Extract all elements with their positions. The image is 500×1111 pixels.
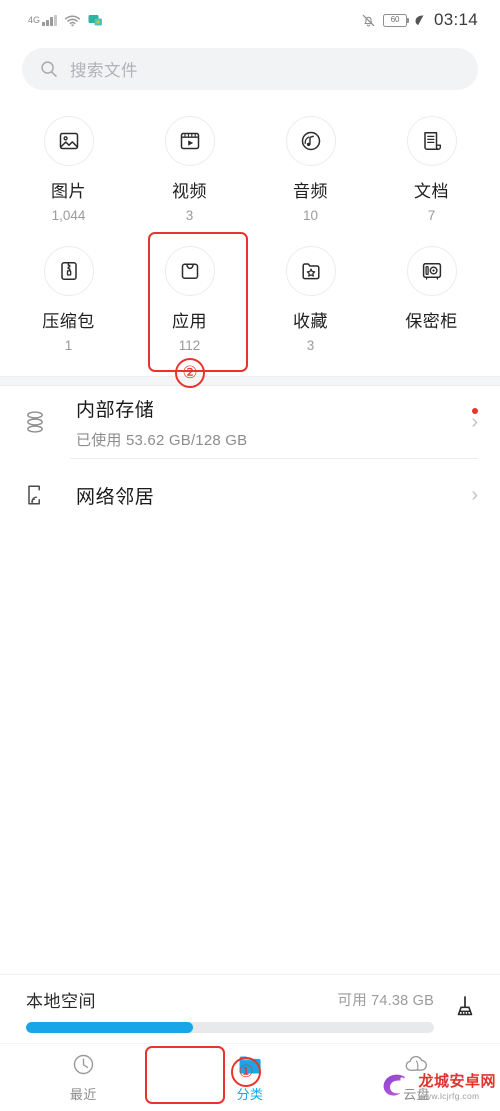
cellular-signal-icon: 4G	[28, 14, 57, 26]
category-count: 10	[302, 208, 319, 223]
category-label: 视频	[172, 182, 207, 201]
leaf-icon	[415, 14, 424, 25]
clock-icon	[73, 1054, 94, 1075]
category-label: 图片	[51, 182, 86, 201]
audio-icon	[301, 131, 320, 151]
storage-row-network[interactable]: 网络邻居 ›	[0, 459, 500, 531]
category-item-favorites[interactable]: 收藏 3	[250, 238, 371, 360]
network-type-label: 4G	[28, 15, 41, 25]
section-divider	[0, 376, 500, 386]
safe-box-icon-circle	[406, 246, 457, 296]
local-space-row: 本地空间 可用 74.38 GB	[26, 987, 480, 1033]
storage-row-text: 内部存储 已使用 53.62 GB/128 GB	[64, 395, 471, 450]
archive-icon	[60, 262, 77, 280]
notification-app-icon	[88, 15, 102, 26]
search-section: 搜索文件	[0, 40, 500, 104]
category-label: 应用	[172, 312, 207, 331]
nav-item-recent[interactable]: 最近	[0, 1044, 167, 1111]
video-icon-circle	[164, 116, 215, 166]
chevron-right-icon: ›	[471, 484, 478, 506]
broom-icon[interactable]	[450, 994, 480, 1026]
category-grid: 图片 1,044 视频 3 音频 10 文档 7 压缩包 1 应用 112 收藏…	[0, 104, 500, 376]
image-icon-circle	[43, 116, 94, 166]
storage-row-title: 网络邻居	[76, 486, 155, 508]
search-input[interactable]: 搜索文件	[22, 48, 478, 90]
category-count: 112	[178, 338, 201, 353]
category-count: 3	[306, 338, 315, 353]
local-space-progress-track	[26, 1022, 434, 1033]
cloud-icon	[405, 1055, 428, 1071]
category-label: 文档	[414, 182, 449, 201]
document-icon	[423, 132, 441, 150]
annotation-marker-1: ①	[231, 1057, 261, 1087]
category-count: 7	[427, 208, 436, 223]
archive-icon-circle	[43, 246, 94, 296]
local-space-free: 可用 74.38 GB	[337, 993, 434, 1009]
new-badge-dot	[472, 408, 478, 414]
internal-storage-icon	[27, 411, 43, 433]
network-neighborhood-icon-wrap	[24, 482, 64, 508]
category-label: 音频	[293, 182, 328, 201]
battery-indicator: 60	[382, 13, 410, 27]
search-icon	[41, 61, 57, 78]
bell-muted-icon	[362, 14, 375, 26]
chevron-right-icon: ›	[471, 411, 478, 433]
search-placeholder-text: 搜索文件	[70, 62, 138, 80]
category-item-audio[interactable]: 音频 10	[250, 108, 371, 230]
category-item-videos[interactable]: 视频 3	[129, 108, 250, 230]
storage-row-subtitle: 已使用 53.62 GB/128 GB	[76, 431, 248, 449]
nav-label: 云盘	[403, 1086, 431, 1102]
annotation-marker-2: ②	[175, 358, 205, 388]
local-space-title: 本地空间	[26, 992, 96, 1011]
status-bar-right: 60 03:14	[361, 10, 478, 30]
wifi-icon	[64, 15, 80, 27]
category-label: 保密柜	[405, 312, 458, 331]
safe-box-icon	[422, 263, 441, 280]
video-icon	[180, 132, 199, 150]
category-item-apps[interactable]: 应用 112	[129, 238, 250, 360]
image-icon	[59, 132, 78, 150]
storage-list: 内部存储 已使用 53.62 GB/128 GB › 网络邻居 ›	[0, 386, 500, 531]
network-row-text: 网络邻居	[64, 482, 471, 509]
category-item-safe[interactable]: 保密柜	[371, 238, 492, 360]
network-neighborhood-icon	[28, 485, 40, 505]
status-bar-clock: 03:14	[433, 10, 478, 29]
apps-bag-icon	[181, 263, 198, 279]
audio-icon-circle	[285, 116, 336, 166]
category-label: 收藏	[293, 312, 328, 331]
storage-row-internal[interactable]: 内部存储 已使用 53.62 GB/128 GB ›	[0, 386, 500, 458]
category-label: 压缩包	[42, 312, 95, 331]
favorite-folder-icon	[301, 263, 320, 280]
apps-bag-icon-circle	[164, 246, 215, 296]
category-count: 1	[64, 338, 73, 353]
category-item-documents[interactable]: 文档 7	[371, 108, 492, 230]
local-space-header: 本地空间 可用 74.38 GB	[26, 987, 434, 1012]
category-count: 3	[185, 208, 194, 223]
internal-storage-icon-wrap	[24, 409, 64, 435]
local-space-panel: 本地空间 可用 74.38 GB	[0, 974, 500, 1043]
status-bar: 4G 60 03:14	[0, 0, 500, 40]
status-bar-left: 4G	[28, 13, 103, 27]
nav-item-cloud[interactable]: 云盘	[333, 1044, 500, 1111]
document-icon-circle	[406, 116, 457, 166]
category-count: 1,044	[51, 208, 86, 223]
file-manager-screen: 4G 60 03:14 搜索文件 图片 1,044 视频 3 音频 10 文档 …	[0, 0, 500, 1111]
storage-row-title: 内部存储	[76, 399, 155, 421]
nav-label: 最近	[69, 1087, 97, 1102]
favorite-folder-icon-circle	[285, 246, 336, 296]
category-item-archives[interactable]: 压缩包 1	[8, 238, 129, 360]
local-space-progress-fill	[26, 1022, 194, 1033]
category-item-images[interactable]: 图片 1,044	[8, 108, 129, 230]
local-space-info: 本地空间 可用 74.38 GB	[26, 987, 434, 1033]
